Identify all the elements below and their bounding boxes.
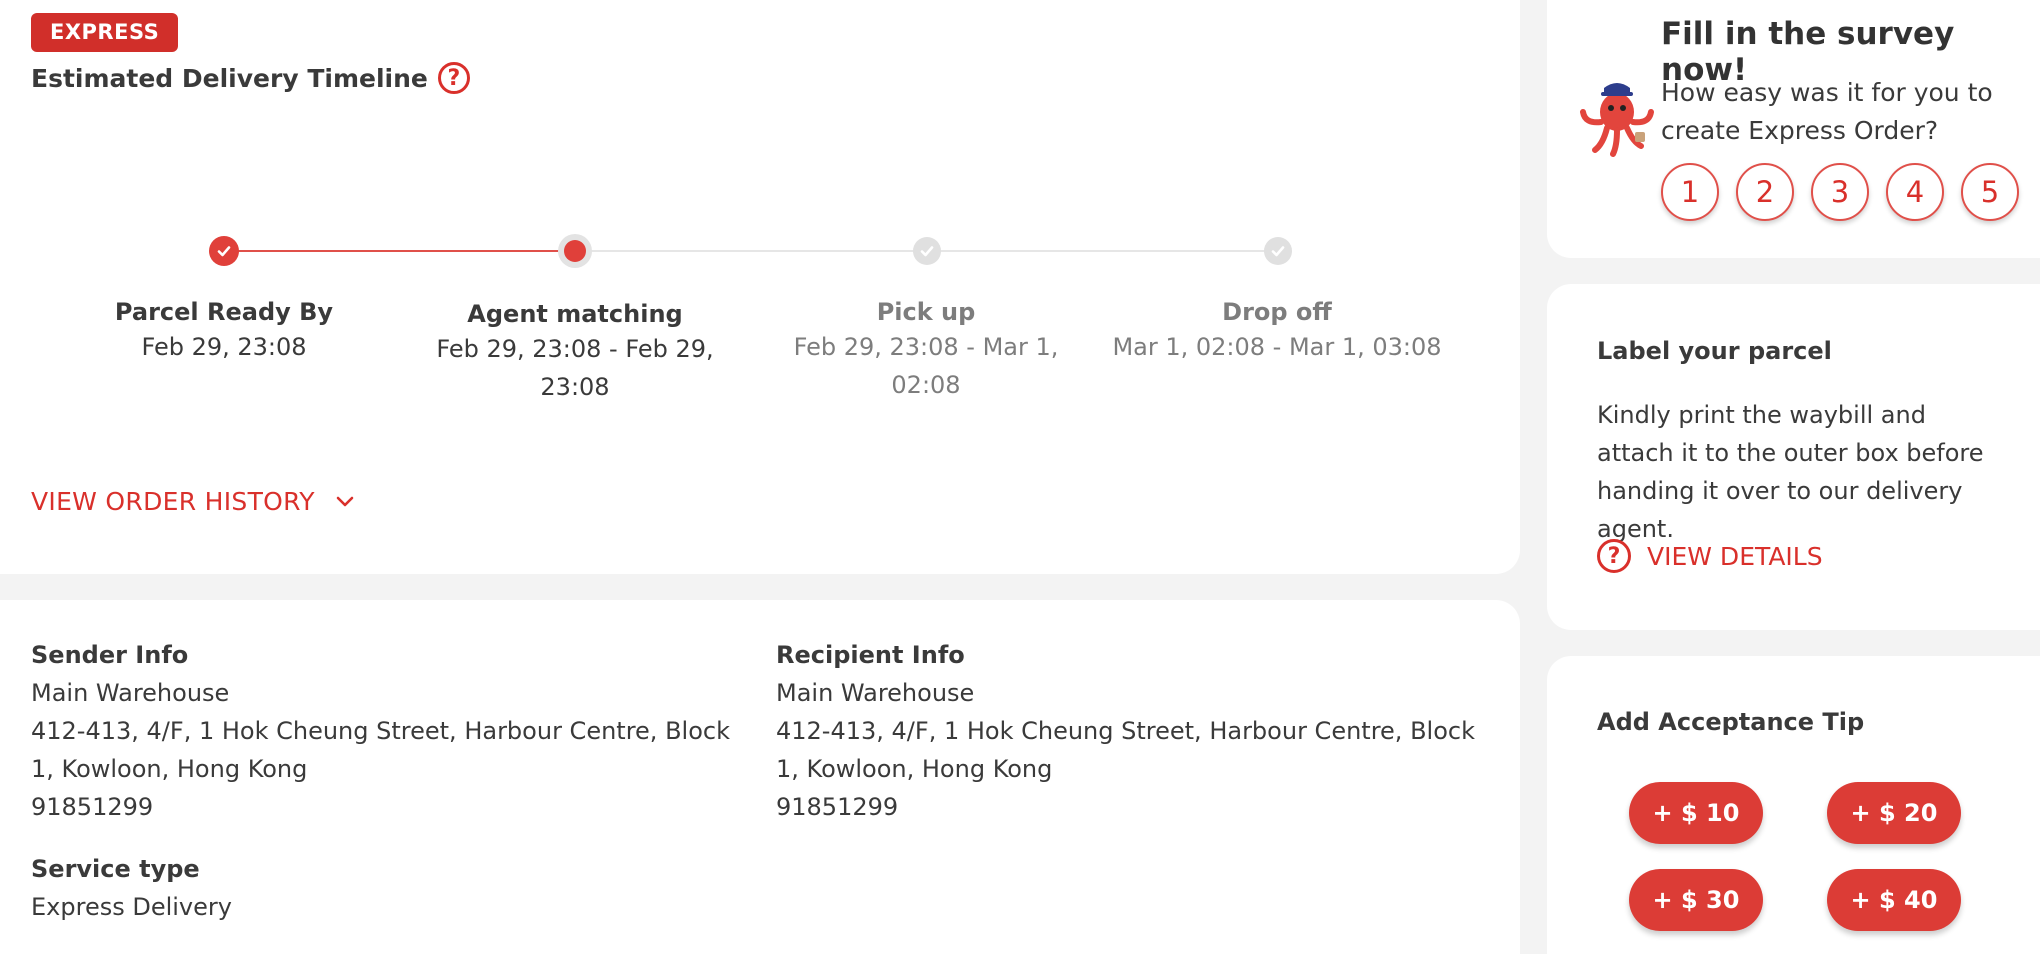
chevron-down-icon	[336, 496, 354, 506]
rating-button-3[interactable]: 3	[1811, 163, 1869, 221]
step-title: Drop off	[1222, 298, 1332, 326]
service-type: Service type Express Delivery	[31, 850, 731, 926]
label-card-body: Kindly print the waybill and attach it t…	[1597, 401, 1984, 543]
step-pending-check-icon	[1264, 237, 1292, 265]
sender-address: 412-413, 4/F, 1 Hok Cheung Street, Harbo…	[31, 717, 730, 783]
help-icon: ?	[1597, 539, 1631, 573]
acceptance-tip-card: Add Acceptance Tip + $ 10 + $ 20 + $ 30 …	[1547, 656, 2040, 954]
timeline-step-pick-up: Pick up Feb 29, 23:08 - Mar 1, 02:08	[761, 298, 1091, 404]
timeline-step-parcel-ready: Parcel Ready By Feb 29, 23:08	[59, 298, 389, 366]
step-title: Parcel Ready By	[114, 298, 334, 326]
view-order-history-button[interactable]: VIEW ORDER HISTORY	[31, 487, 355, 516]
step-time: Feb 29, 23:08 - Mar 1, 02:08	[793, 333, 1059, 399]
sender-name: Main Warehouse	[31, 679, 230, 707]
view-details-button[interactable]: ? VIEW DETAILS	[1597, 539, 1823, 573]
tip-button-40[interactable]: + $ 40	[1827, 869, 1961, 931]
step-title: Pick up	[876, 298, 976, 326]
recipient-info-heading: Recipient Info	[776, 641, 965, 669]
progress-line-completed	[224, 250, 575, 252]
tip-button-30[interactable]: + $ 30	[1629, 869, 1763, 931]
step-pending-check-icon	[913, 237, 941, 265]
survey-question: How easy was it for you to create Expres…	[1661, 78, 1993, 145]
timeline-title-text: Estimated Delivery Timeline	[31, 63, 428, 93]
label-parcel-card: Label your parcel Kindly print the waybi…	[1547, 284, 2040, 630]
timeline-step-drop-off: Drop off Mar 1, 02:08 - Mar 1, 03:08	[1112, 298, 1442, 366]
help-icon[interactable]: ?	[437, 62, 470, 94]
recipient-phone: 91851299	[776, 793, 899, 821]
timeline-step-agent-matching: Agent matching Feb 29, 23:08 - Feb 29, 2…	[410, 300, 740, 406]
step-title: Agent matching	[467, 300, 683, 328]
step-time: Mar 1, 02:08 - Mar 1, 03:08	[1112, 333, 1442, 361]
rating-button-1[interactable]: 1	[1661, 163, 1719, 221]
rating-button-4[interactable]: 4	[1886, 163, 1944, 221]
service-type-value: Express Delivery	[31, 893, 232, 921]
view-details-label: VIEW DETAILS	[1647, 541, 1823, 571]
step-time: Feb 29, 23:08	[141, 333, 307, 361]
step-time: Feb 29, 23:08 - Feb 29, 23:08	[436, 335, 714, 401]
recipient-name: Main Warehouse	[776, 679, 975, 707]
survey-card: Fill in the survey now! How easy was it …	[1547, 0, 2040, 258]
recipient-address: 412-413, 4/F, 1 Hok Cheung Street, Harbo…	[776, 717, 1475, 783]
express-badge: EXPRESS	[31, 13, 179, 52]
view-order-history-label: VIEW ORDER HISTORY	[31, 487, 315, 516]
tip-button-10[interactable]: + $ 10	[1629, 782, 1763, 844]
tip-card-title: Add Acceptance Tip	[1597, 708, 1865, 736]
octopus-mascot-icon	[1580, 83, 1654, 157]
recipient-info: Recipient Info Main Warehouse 412-413, 4…	[776, 636, 1476, 826]
tip-button-20[interactable]: + $ 20	[1827, 782, 1961, 844]
step-current-dot-icon	[564, 240, 586, 262]
order-info-card: Sender Info Main Warehouse 412-413, 4/F,…	[0, 600, 1520, 954]
rating-button-5[interactable]: 5	[1961, 163, 2019, 221]
sender-phone: 91851299	[31, 793, 154, 821]
timeline-title: Estimated Delivery Timeline ?	[31, 62, 470, 94]
delivery-timeline-card: EXPRESS Estimated Delivery Timeline ? Pa…	[0, 0, 1520, 574]
service-type-heading: Service type	[31, 855, 200, 883]
step-done-check-icon	[209, 236, 239, 266]
sender-info: Sender Info Main Warehouse 412-413, 4/F,…	[31, 636, 731, 826]
rating-button-2[interactable]: 2	[1736, 163, 1794, 221]
label-card-title: Label your parcel	[1597, 337, 1832, 365]
sender-info-heading: Sender Info	[31, 641, 189, 669]
